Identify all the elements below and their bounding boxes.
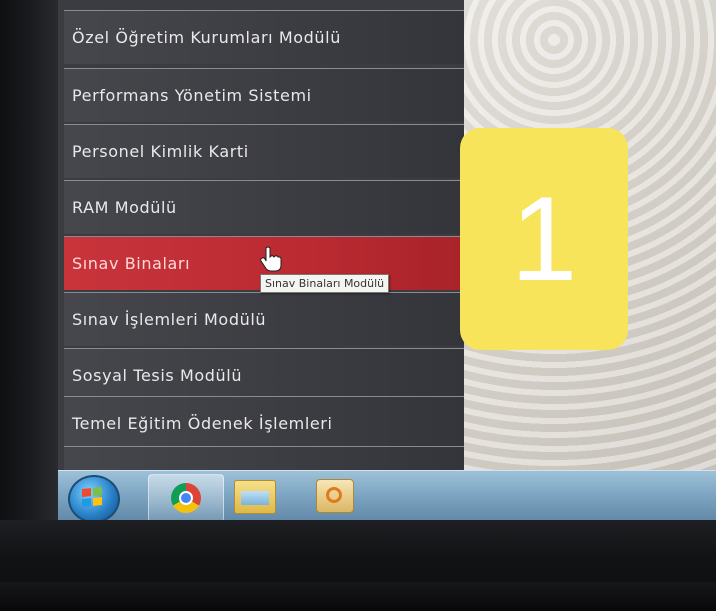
menu-item-ozel-ogretim[interactable]: Özel Öğretim Kurumları Modülü (64, 10, 464, 64)
chrome-icon (171, 483, 201, 513)
taskbar (58, 470, 716, 522)
outlook-icon[interactable] (316, 479, 354, 513)
menu-item-ram[interactable]: RAM Modülü (64, 180, 464, 234)
menu-item-label: Özel Öğretim Kurumları Modülü (72, 28, 341, 47)
menu-item-temel-egitim[interactable]: Temel Eğitim Ödenek İşlemleri (64, 396, 464, 450)
number-badge: 1 (460, 128, 628, 350)
windows-start-icon[interactable] (68, 475, 120, 522)
tooltip: Sınav Binaları Modülü (260, 274, 390, 293)
menu-item-sosyal-tesis[interactable]: Sosyal Tesis Modülü (64, 348, 464, 402)
hand-cursor-icon (260, 246, 282, 272)
menu-item-label: RAM Modülü (72, 198, 177, 217)
menu-item-personel-kimlik[interactable]: Personel Kimlik Karti (64, 124, 464, 178)
monitor-bezel-left (0, 0, 58, 540)
monitor-bezel-bottom (0, 520, 716, 611)
menu-item-label: Sosyal Tesis Modülü (72, 366, 243, 385)
menu-item-label: Sınav Binaları (72, 254, 191, 273)
menu-item-sinav-islemleri[interactable]: Sınav İşlemleri Modülü (64, 292, 464, 346)
menu-item-label: Temel Eğitim Ödenek İşlemleri (72, 414, 333, 433)
module-menu: Özel Öğretim Kurumları Modülü Performans… (58, 0, 464, 500)
menu-item-label: Sınav İşlemleri Modülü (72, 310, 267, 329)
folder-icon[interactable] (234, 480, 276, 514)
taskbar-button-chrome[interactable] (148, 474, 224, 522)
menu-item-label: Personel Kimlik Karti (72, 142, 249, 161)
menu-item-performans[interactable]: Performans Yönetim Sistemi (64, 68, 464, 122)
menu-item-label: Performans Yönetim Sistemi (72, 86, 312, 105)
